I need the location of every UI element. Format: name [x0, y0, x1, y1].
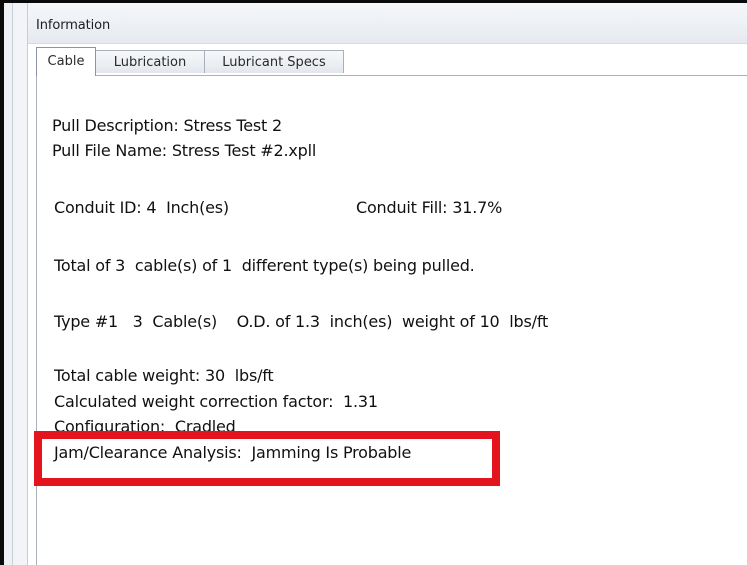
- total-cables-summary: Total of 3 cable(s) of 1 different type(…: [54, 256, 475, 275]
- tab-lubricant-specs[interactable]: Lubricant Specs: [204, 50, 344, 73]
- highlight-annotation-box: [34, 431, 500, 486]
- pull-description: Pull Description: Stress Test 2: [52, 116, 282, 135]
- tab-lubrication[interactable]: Lubrication: [95, 50, 205, 73]
- panel-title: Information: [36, 18, 111, 33]
- cable-tab-content: Pull Description: Stress Test 2 Pull Fil…: [36, 76, 747, 565]
- left-pane-edge: [4, 3, 13, 565]
- conduit-fill: Conduit Fill: 31.7%: [356, 198, 503, 217]
- panel-header: Information: [28, 3, 747, 44]
- tab-cable[interactable]: Cable: [36, 47, 96, 76]
- pull-file-name: Pull File Name: Stress Test #2.xpll: [52, 141, 317, 160]
- total-cable-weight: Total cable weight: 30 lbs/ft: [54, 366, 274, 385]
- splitter-bar[interactable]: [13, 3, 34, 565]
- weight-correction-factor: Calculated weight correction factor: 1.3…: [54, 392, 378, 411]
- conduit-id: Conduit ID: 4 Inch(es): [54, 198, 229, 217]
- cable-type-line: Type #1 3 Cable(s) O.D. of 1.3 inch(es) …: [54, 312, 549, 331]
